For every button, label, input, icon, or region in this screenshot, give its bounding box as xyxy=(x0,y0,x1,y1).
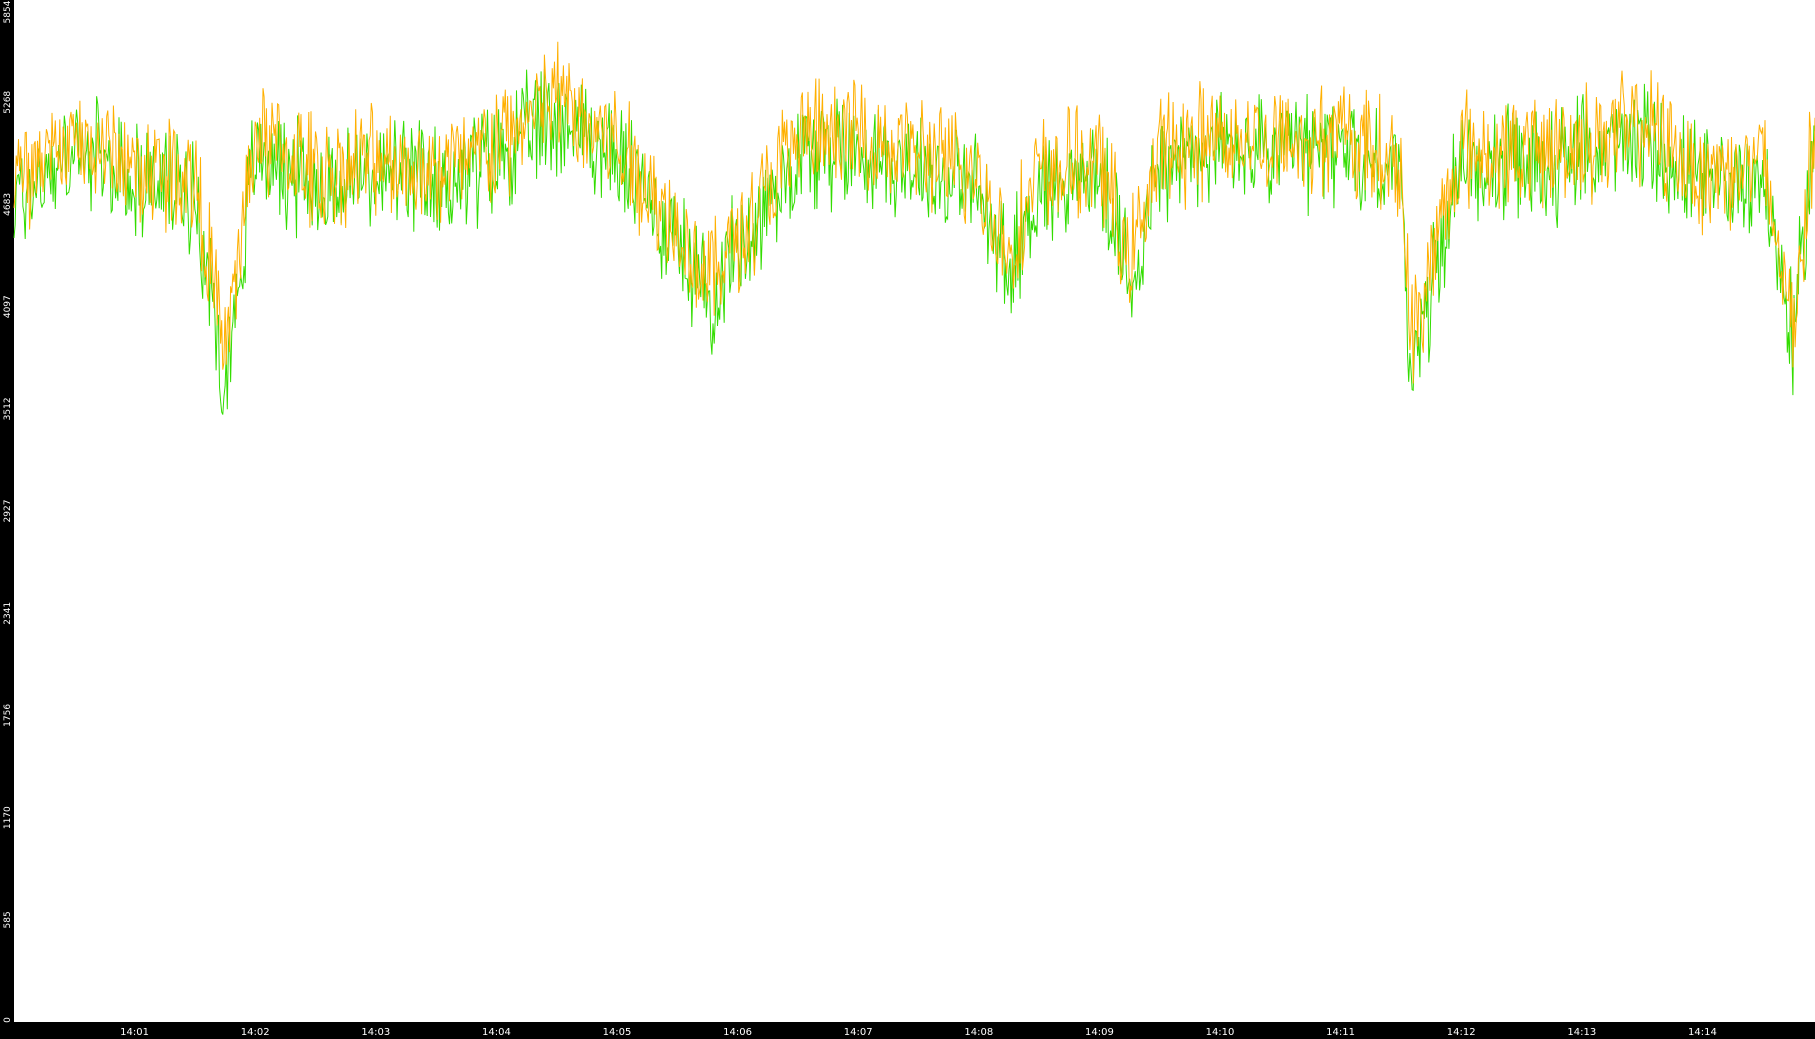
y-tick-label: 4683 xyxy=(3,193,13,216)
x-tick-label: 14:10 xyxy=(1206,1027,1235,1038)
x-tick-label: 14:05 xyxy=(603,1027,632,1038)
y-tick-label: 0 xyxy=(3,1017,13,1023)
x-tick-label: 14:07 xyxy=(844,1027,873,1038)
y-tick-label: 3512 xyxy=(3,397,13,420)
chart-canvas: 0 585 1170 1756 2341 2927 3512 4097 4683 5268 5854… xyxy=(3,0,1815,1038)
x-tick-label: 14:01 xyxy=(120,1027,149,1038)
y-tick-label: 2927 xyxy=(3,500,13,523)
x-tick-label: 14:04 xyxy=(482,1027,511,1038)
y-tick-label: 5268 xyxy=(3,91,13,114)
y-tick-label: 1756 xyxy=(3,704,13,727)
x-tick-label: 14:13 xyxy=(1567,1027,1596,1038)
y-tick-label: 585 xyxy=(3,911,13,928)
y-axis: 0 585 1170 1756 2341 2927 3512 4097 4683 5268 5854 xyxy=(3,0,13,1023)
x-tick-label: 14:06 xyxy=(723,1027,752,1038)
x-tick-label: 14:11 xyxy=(1326,1027,1355,1038)
y-tick-label: 2341 xyxy=(3,602,13,625)
y-tick-label: 1170 xyxy=(3,806,13,829)
x-tick-label: 14:14 xyxy=(1688,1027,1717,1038)
x-axis: 14:01 14:02 14:03 14:04 14:05 14:06 14:07 14:08… xyxy=(120,1027,1717,1038)
y-tick-label: 4097 xyxy=(3,295,13,318)
y-tick-label: 5854 xyxy=(3,0,13,23)
x-tick-label: 14:08 xyxy=(964,1027,993,1038)
x-tick-label: 14:02 xyxy=(241,1027,270,1038)
x-tick-label: 14:09 xyxy=(1085,1027,1114,1038)
x-tick-label: 14:03 xyxy=(361,1027,390,1038)
x-tick-label: 14:12 xyxy=(1447,1027,1476,1038)
chart: 0 585 1170 1756 2341 2927 3512 4097 4683 5268 5854… xyxy=(0,0,1815,1039)
